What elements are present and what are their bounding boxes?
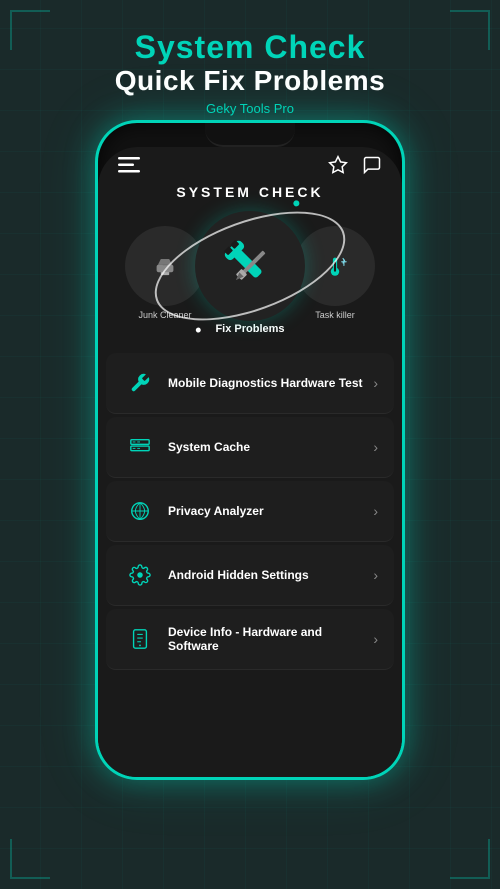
device-icon-box (122, 621, 158, 657)
fix-problems-icon-circle[interactable] (195, 211, 305, 321)
hidden-label: Android Hidden Settings (168, 568, 373, 582)
phone-mockup: SYSTEM CHECK Junk Cleaner (95, 120, 405, 780)
privacy-icon-box (122, 493, 158, 529)
menu-item-diagnostics[interactable]: Mobile Diagnostics Hardware Test › (106, 353, 394, 414)
nav-bar (98, 147, 402, 184)
page-header: System Check Quick Fix Problems Geky Too… (0, 0, 500, 128)
nav-right-icons (328, 155, 382, 180)
junk-cleaner-label: Junk Cleaner (138, 310, 191, 320)
cache-icon-box (122, 429, 158, 465)
header-title-cyan: System Check (20, 30, 480, 65)
phone-notch (205, 123, 295, 147)
privacy-chevron: › (373, 503, 378, 519)
system-check-section: SYSTEM CHECK Junk Cleaner (98, 184, 402, 346)
main-icons-row: Junk Cleaner (108, 208, 392, 338)
diagnostics-chevron: › (373, 375, 378, 391)
menu-item-hidden[interactable]: Android Hidden Settings › (106, 545, 394, 606)
chat-icon[interactable] (362, 155, 382, 180)
menu-list: Mobile Diagnostics Hardware Test › Syste… (98, 346, 402, 677)
fix-problems-label: Fix Problems (215, 323, 284, 335)
device-label: Device Info - Hardware and Software (168, 625, 373, 653)
junk-cleaner-icon-circle[interactable] (125, 226, 205, 306)
header-subtitle: Geky Tools Pro (20, 101, 480, 116)
diagnostics-label: Mobile Diagnostics Hardware Test (168, 376, 373, 390)
device-chevron: › (373, 631, 378, 647)
header-title-white: Quick Fix Problems (20, 65, 480, 97)
hidden-icon-box (122, 557, 158, 593)
privacy-label: Privacy Analyzer (168, 504, 373, 518)
hidden-chevron: › (373, 567, 378, 583)
diagnostics-icon-box (122, 365, 158, 401)
system-check-title: SYSTEM CHECK (108, 184, 392, 200)
menu-item-privacy[interactable]: Privacy Analyzer › (106, 481, 394, 542)
star-icon[interactable] (328, 155, 348, 180)
task-killer-label: Task killer (315, 310, 355, 320)
hamburger-menu-icon[interactable] (118, 157, 140, 178)
cache-chevron: › (373, 439, 378, 455)
phone-screen: SYSTEM CHECK Junk Cleaner (98, 147, 402, 780)
menu-item-device[interactable]: Device Info - Hardware and Software › (106, 609, 394, 670)
menu-item-cache[interactable]: System Cache › (106, 417, 394, 478)
corner-decoration-br (450, 839, 490, 879)
task-killer-icon-circle[interactable] (295, 226, 375, 306)
corner-decoration-bl (10, 839, 50, 879)
cache-label: System Cache (168, 440, 373, 454)
